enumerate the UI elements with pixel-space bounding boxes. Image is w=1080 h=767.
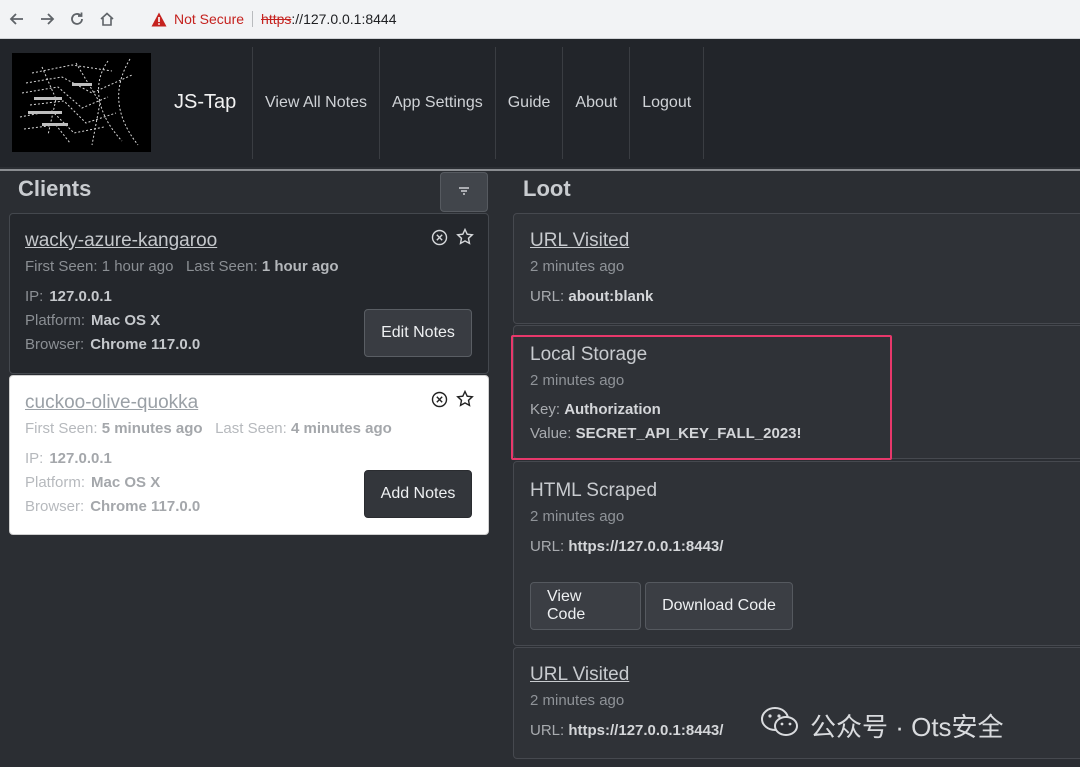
browser-label: Browser: [25, 336, 85, 353]
client-platform-row: Platform: Mac OS X [25, 312, 160, 329]
nav-app-settings[interactable]: App Settings [378, 47, 495, 159]
loot-heading: Loot [523, 176, 571, 201]
wechat-icon [760, 705, 800, 746]
loot-url-row: URL: https://127.0.0.1:8443/ [530, 538, 723, 555]
home-icon[interactable] [96, 8, 118, 30]
ip-label: IP: [25, 450, 44, 467]
client-card[interactable]: cuckoo-olive-quokka First Seen: 5 minute… [9, 375, 489, 535]
client-name[interactable]: cuckoo-olive-quokka [25, 392, 198, 414]
ip-value: 127.0.0.1 [49, 288, 112, 305]
highlight-box [511, 335, 892, 460]
forward-icon[interactable] [36, 8, 58, 30]
platform-value: Mac OS X [91, 474, 161, 491]
app-navbar: JS-Tap View All Notes App Settings Guide… [0, 39, 1080, 167]
last-seen-value: 4 minutes ago [290, 420, 392, 437]
last-seen-value: 1 hour ago [261, 258, 339, 275]
client-actions [430, 390, 474, 408]
client-browser-row: Browser: Chrome 117.0.0 [25, 336, 200, 353]
platform-label: Platform: [25, 312, 86, 329]
reload-icon[interactable] [66, 8, 88, 30]
platform-value: Mac OS X [91, 312, 161, 329]
client-ip-row: IP: 127.0.0.1 [25, 288, 112, 305]
client-ip-row: IP: 127.0.0.1 [25, 450, 112, 467]
url-label: URL: [530, 722, 565, 739]
client-actions [430, 228, 474, 246]
browser-toolbar: Not Secure https://127.0.0.1:8444 [0, 0, 1080, 39]
navbar-divider [0, 169, 1080, 171]
loot-url-row: URL: about:blank [530, 288, 653, 305]
ip-label: IP: [25, 288, 44, 305]
url-value: https://127.0.0.1:8443/ [568, 538, 724, 555]
last-seen-label: Last Seen: [185, 258, 258, 275]
main-nav: View All Notes App Settings Guide About … [252, 47, 705, 159]
loot-time: 2 minutes ago [530, 258, 625, 275]
first-seen-label: First Seen: [25, 258, 98, 275]
first-seen-value: 5 minutes ago [101, 420, 203, 437]
first-seen-label: First Seen: [25, 420, 98, 437]
client-browser-row: Browser: Chrome 117.0.0 [25, 498, 200, 515]
first-seen-value: 1 hour ago [101, 258, 174, 275]
browser-value: Chrome 117.0.0 [90, 498, 201, 515]
logo-image[interactable] [12, 53, 151, 152]
client-seen-info: First Seen: 5 minutes ago Last Seen: 4 m… [25, 420, 392, 437]
not-secure-label[interactable]: Not Secure [174, 11, 244, 27]
browser-label: Browser: [25, 498, 85, 515]
url-value: https://127.0.0.1:8443/ [568, 722, 724, 739]
add-notes-button[interactable]: Add Notes [364, 470, 472, 518]
close-circle-icon[interactable] [430, 228, 448, 246]
download-code-button[interactable]: Download Code [645, 582, 793, 630]
client-seen-info: First Seen: 1 hour ago Last Seen: 1 hour… [25, 258, 339, 275]
brand-title[interactable]: JS-Tap [174, 91, 236, 114]
url-label: URL: [530, 538, 565, 555]
url-label: URL: [530, 288, 565, 305]
client-platform-row: Platform: Mac OS X [25, 474, 160, 491]
url-value: about:blank [568, 288, 654, 305]
star-icon[interactable] [456, 390, 474, 408]
loot-item: URL Visited 2 minutes ago URL: about:bla… [513, 213, 1080, 324]
address-bar[interactable]: https://127.0.0.1:8444 [261, 11, 396, 27]
address-divider [252, 11, 254, 27]
loot-title[interactable]: URL Visited [530, 230, 629, 252]
browser-value: Chrome 117.0.0 [90, 336, 201, 353]
loot-item: HTML Scraped 2 minutes ago URL: https://… [513, 461, 1080, 646]
edit-notes-button[interactable]: Edit Notes [364, 309, 472, 357]
loot-title[interactable]: URL Visited [530, 664, 629, 686]
url-host: ://127.0.0.1:8444 [291, 11, 397, 27]
loot-time: 2 minutes ago [530, 692, 625, 709]
client-card[interactable]: wacky-azure-kangaroo First Seen: 1 hour … [9, 213, 489, 374]
watermark: 公众号 · Ots安全 [760, 705, 1004, 746]
url-scheme: https [261, 11, 292, 27]
back-icon[interactable] [6, 8, 28, 30]
warning-icon[interactable] [150, 10, 168, 28]
nav-logout[interactable]: Logout [629, 47, 705, 159]
last-seen-label: Last Seen: [215, 420, 287, 437]
clients-heading: Clients [18, 176, 92, 201]
platform-label: Platform: [25, 474, 86, 491]
nav-view-all-notes[interactable]: View All Notes [252, 47, 379, 159]
watermark-text: 公众号 · Ots安全 [810, 712, 1004, 742]
loot-url-row: URL: https://127.0.0.1:8443/ [530, 722, 723, 739]
loot-title: HTML Scraped [530, 480, 658, 501]
client-name[interactable]: wacky-azure-kangaroo [25, 230, 217, 252]
loot-time: 2 minutes ago [530, 508, 625, 525]
nav-guide[interactable]: Guide [494, 47, 563, 159]
ip-value: 127.0.0.1 [49, 450, 112, 467]
nav-about[interactable]: About [562, 47, 629, 159]
star-icon[interactable] [456, 228, 474, 246]
filter-button[interactable] [440, 172, 488, 212]
close-circle-icon[interactable] [430, 390, 448, 408]
filter-icon [457, 183, 471, 201]
view-code-button[interactable]: View Code [530, 582, 641, 630]
